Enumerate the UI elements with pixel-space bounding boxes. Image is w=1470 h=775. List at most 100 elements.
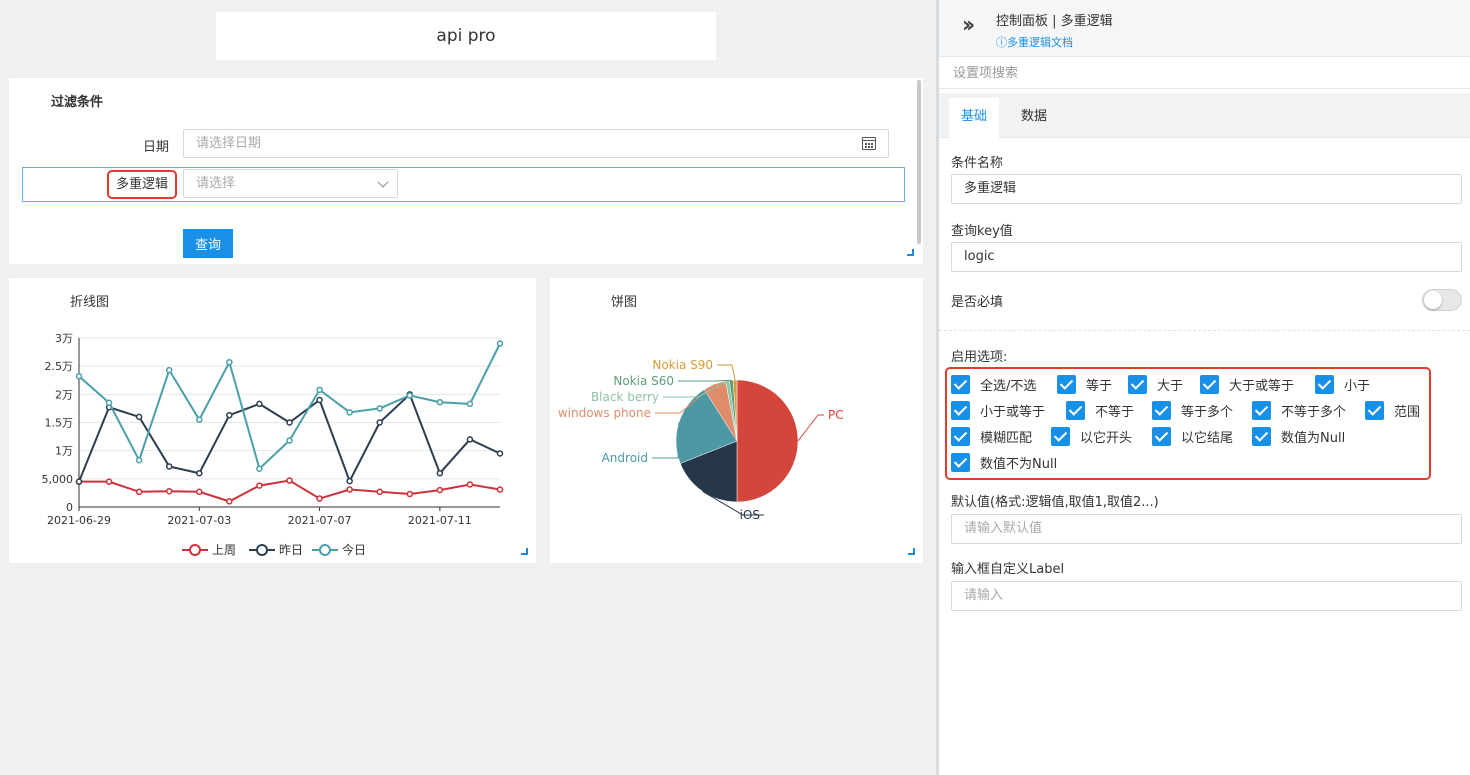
series-point bbox=[376, 488, 383, 496]
filter-card-scrollbar[interactable] bbox=[917, 80, 921, 244]
tab-basic[interactable]: 基础 bbox=[949, 98, 1000, 138]
series-point bbox=[226, 498, 233, 505]
option-select-all[interactable]: 全选/不选 bbox=[951, 374, 1036, 394]
option-label: 以它开头 bbox=[1080, 430, 1133, 446]
checkbox-checked-icon[interactable] bbox=[1066, 400, 1085, 420]
series-point bbox=[376, 419, 383, 426]
checkbox-checked-icon[interactable] bbox=[1365, 400, 1384, 420]
option-less-equal[interactable]: 小于或等于 bbox=[951, 400, 1045, 420]
series-point bbox=[346, 477, 353, 485]
checkbox-checked-icon[interactable] bbox=[951, 452, 970, 472]
option-range[interactable]: 范围 bbox=[1365, 400, 1420, 420]
report-title[interactable]: api pro bbox=[216, 12, 716, 60]
checkbox-checked-icon[interactable] bbox=[1051, 426, 1070, 446]
pie-label: Black berry bbox=[591, 390, 659, 404]
option-not-equal[interactable]: 不等于 bbox=[1066, 400, 1134, 420]
option-label: 不等于多个 bbox=[1281, 404, 1347, 420]
checkbox-checked-icon[interactable] bbox=[951, 426, 970, 446]
y-tick-label: 2.5万 bbox=[45, 360, 74, 373]
option-not-null[interactable]: 数值不为Null bbox=[951, 452, 1057, 472]
line-chart-card[interactable]: 折线图 0 5,000 1万 1.5万 2万 2.5万 3万 2021-06-29 2021-0… bbox=[9, 278, 536, 563]
option-less[interactable]: 小于 bbox=[1315, 374, 1370, 394]
option-label: 全选/不选 bbox=[980, 378, 1037, 394]
custom-label-input[interactable]: 请输入 bbox=[951, 581, 1462, 611]
checkbox-checked-icon[interactable] bbox=[951, 400, 970, 420]
report-canvas: api pro 过滤条件 日期 请选择日期 多重逻辑 请选择 查询 折线图 05… bbox=[0, 0, 936, 775]
checkbox-checked-icon[interactable] bbox=[1315, 374, 1334, 394]
series-point bbox=[436, 486, 444, 494]
required-toggle[interactable] bbox=[1422, 289, 1462, 311]
series-point bbox=[165, 487, 173, 495]
pie-slice bbox=[736, 379, 799, 503]
doc-link[interactable]: ⓘ多重逻辑文档 bbox=[996, 34, 1073, 50]
series-point bbox=[436, 398, 444, 406]
logic-select-placeholder: 请选择 bbox=[196, 176, 236, 191]
option-label: 等于 bbox=[1086, 378, 1113, 394]
tab-data[interactable]: 数据 bbox=[1009, 98, 1059, 138]
condition-name-input[interactable]: 多重逻辑 bbox=[951, 174, 1462, 204]
option-starts-with[interactable]: 以它开头 bbox=[1051, 426, 1132, 446]
checkbox-checked-icon[interactable] bbox=[1252, 426, 1271, 446]
panel-tabs: 基础 数据 bbox=[939, 93, 1470, 138]
checkbox-checked-icon[interactable] bbox=[1152, 426, 1171, 446]
legend-label: 今日 bbox=[342, 542, 366, 557]
option-fuzzy[interactable]: 模糊匹配 bbox=[951, 426, 1032, 446]
option-is-null[interactable]: 数值为Null bbox=[1252, 426, 1345, 446]
logic-select[interactable]: 请选择 bbox=[183, 169, 398, 198]
checkbox-checked-icon[interactable] bbox=[1152, 400, 1171, 420]
checkbox-checked-icon[interactable] bbox=[951, 374, 970, 394]
pie-label: Nokia S60 bbox=[613, 374, 674, 388]
custom-label-label: 输入框自定义Label bbox=[951, 562, 1065, 577]
series-point bbox=[496, 450, 504, 457]
series-point bbox=[75, 478, 83, 485]
enabled-options-label: 启用选项: bbox=[951, 350, 1008, 365]
series-point bbox=[466, 481, 474, 488]
series-point bbox=[135, 488, 143, 496]
series-point bbox=[406, 392, 414, 399]
section-divider bbox=[939, 330, 1470, 331]
filter-card[interactable]: 过滤条件 日期 请选择日期 多重逻辑 请选择 查询 bbox=[9, 78, 923, 264]
line-chart: 0 5,000 1万 1.5万 2万 2.5万 3万 2021-06-29 2021-07-03… bbox=[42, 332, 504, 557]
resize-handle[interactable] bbox=[907, 249, 914, 256]
series-point bbox=[286, 419, 293, 426]
query-button[interactable]: 查询 bbox=[183, 229, 233, 258]
calendar-icon[interactable] bbox=[862, 137, 876, 150]
option-not-in[interactable]: 不等于多个 bbox=[1252, 400, 1346, 420]
pie-label: windows phone bbox=[558, 406, 651, 420]
checkbox-checked-icon[interactable] bbox=[1252, 400, 1271, 420]
series-point bbox=[496, 486, 504, 493]
condition-name-label: 条件名称 bbox=[951, 156, 1004, 171]
resize-handle[interactable] bbox=[908, 548, 915, 555]
option-label: 小于 bbox=[1344, 378, 1371, 394]
series-point bbox=[256, 465, 263, 472]
resize-handle[interactable] bbox=[521, 548, 528, 555]
settings-search-input[interactable]: 设置项搜索 bbox=[939, 58, 1470, 89]
pie-label: Android bbox=[602, 451, 648, 465]
panel-header: ›› 控制面板 | 多重逻辑 ⓘ多重逻辑文档 bbox=[939, 0, 1470, 57]
series-point bbox=[226, 358, 233, 366]
x-tick-label: 2021-07-11 bbox=[408, 514, 472, 527]
pie-label: PC bbox=[828, 408, 844, 422]
series-point bbox=[316, 495, 323, 502]
pie-chart-card[interactable]: 饼图 PC iOS Android windows phone Black berry N… bbox=[550, 278, 923, 563]
option-ends-with[interactable]: 以它结尾 bbox=[1152, 426, 1233, 446]
series-point bbox=[196, 469, 203, 477]
default-value-input[interactable]: 请输入默认值 bbox=[951, 514, 1462, 544]
collapse-panel-icon[interactable]: ›› bbox=[962, 15, 975, 37]
logic-label-highlighted: 多重逻辑 bbox=[107, 170, 177, 199]
option-greater-equal[interactable]: 大于或等于 bbox=[1200, 374, 1294, 394]
date-picker-input[interactable]: 请选择日期 bbox=[183, 129, 889, 158]
y-tick-label: 1万 bbox=[55, 445, 73, 458]
query-key-input[interactable]: logic bbox=[951, 242, 1462, 272]
option-label: 大于或等于 bbox=[1229, 378, 1295, 394]
checkbox-checked-icon[interactable] bbox=[1200, 374, 1219, 394]
query-key-label: 查询key值 bbox=[951, 224, 1013, 239]
option-in[interactable]: 等于多个 bbox=[1152, 400, 1233, 420]
checkbox-checked-icon[interactable] bbox=[1128, 374, 1147, 394]
pie-label-line bbox=[652, 422, 680, 459]
legend-marker bbox=[319, 544, 331, 556]
checkbox-checked-icon[interactable] bbox=[1057, 374, 1076, 394]
option-label: 等于多个 bbox=[1181, 404, 1234, 420]
option-equal[interactable]: 等于 bbox=[1057, 374, 1112, 394]
option-greater[interactable]: 大于 bbox=[1128, 374, 1183, 394]
